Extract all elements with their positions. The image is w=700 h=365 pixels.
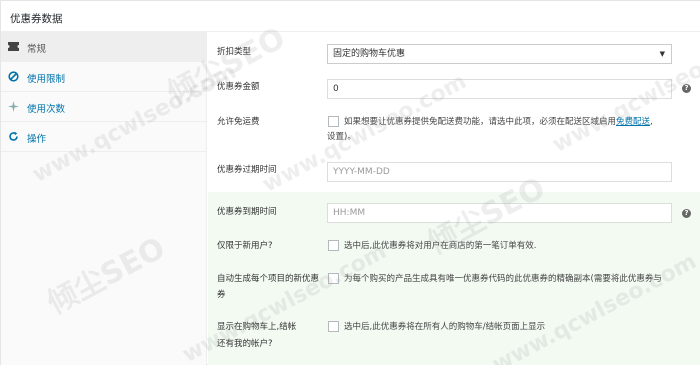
- tab-actions-label: 操作: [27, 134, 47, 145]
- no-entry-icon: [8, 71, 19, 82]
- free-shipping-link[interactable]: 免费配送: [616, 117, 650, 127]
- free-shipping-desc-text: 如果想要让优惠券提供免配送费功能，请选中此项，必须在配送区域启用: [344, 117, 617, 127]
- free-shipping-desc-cont: 设置)。: [327, 132, 356, 142]
- coupon-amount-label: 优惠券金额: [217, 82, 260, 92]
- expiry-date-input[interactable]: YYYY-MM-DD: [327, 162, 672, 182]
- refresh-icon: [9, 131, 18, 141]
- show-on-cart-checkbox[interactable]: [328, 321, 339, 332]
- tab-general-label: 常规: [27, 44, 47, 55]
- free-shipping-label: 允许免运费: [217, 117, 260, 127]
- coupon-amount-input[interactable]: 0: [327, 79, 672, 99]
- chevron-down-icon: ▼: [659, 50, 665, 58]
- help-icon[interactable]: ?: [682, 84, 691, 93]
- coupon-tabs: 常规 使用限制 使用次数 操作: [1, 32, 207, 365]
- expiry-time-label: 优惠券到期时间: [217, 207, 277, 217]
- panel-title: 优惠券数据: [10, 13, 63, 25]
- tab-actions[interactable]: 操作: [1, 122, 207, 152]
- free-shipping-desc: 如果想要让优惠券提供免配送费功能，请选中此项，必须在配送区域启用免费配送,: [344, 117, 653, 127]
- ticket-icon: [8, 42, 19, 51]
- tab-usage-restriction[interactable]: 使用限制: [1, 62, 207, 92]
- discount-type-label: 折扣类型: [217, 47, 252, 57]
- show-on-cart-label: 显示在购物车上,结帐: [217, 322, 297, 332]
- auto-generate-checkbox[interactable]: [328, 273, 339, 284]
- free-shipping-checkbox[interactable]: [328, 116, 339, 127]
- auto-generate-label-cont: 券: [217, 290, 226, 300]
- coupon-data-panel: 优惠券数据 常规 使用限制 使用次数 操作 折扣类型 固定的购物车优惠 ▼ 优惠…: [0, 0, 700, 365]
- sparkle-icon: [8, 101, 19, 112]
- show-on-cart-desc: 选中后,此优惠券将在所有人的购物车/结帐页面上显示: [344, 322, 546, 332]
- tab-general[interactable]: 常规: [1, 32, 207, 62]
- tab-usage-limits[interactable]: 使用次数: [1, 92, 207, 122]
- tab-usage-restriction-label: 使用限制: [27, 74, 66, 85]
- expiry-time-input[interactable]: HH:MM: [327, 203, 672, 223]
- auto-generate-label: 自动生成每个项目的新优惠: [217, 274, 320, 284]
- coupon-amount-value: 0: [333, 84, 339, 94]
- help-icon[interactable]: ?: [682, 209, 691, 218]
- panel-header: 优惠券数据: [1, 1, 700, 32]
- tab-usage-limits-label: 使用次数: [27, 104, 66, 115]
- discount-type-select[interactable]: 固定的购物车优惠 ▼: [327, 44, 672, 64]
- expiry-time-placeholder: HH:MM: [333, 208, 366, 218]
- expiry-date-label: 优惠券过期时间: [217, 165, 277, 175]
- auto-generate-desc: 为每个购买的产品生成具有唯一优惠券代码的此优惠券的精确副本(需要将此优惠券与: [344, 274, 662, 284]
- general-options: 折扣类型 固定的购物车优惠 ▼ 优惠券金额 0 ? 允许免运费 如果想要让优惠券…: [208, 32, 700, 365]
- new-users-label: 仅限于新用户?: [217, 241, 273, 251]
- show-on-cart-label-cont: 还有我的帐户?: [217, 339, 273, 349]
- expiry-date-placeholder: YYYY-MM-DD: [333, 167, 390, 177]
- new-users-checkbox[interactable]: [328, 240, 339, 251]
- discount-type-value: 固定的购物车优惠: [333, 49, 406, 59]
- new-users-desc: 选中后,此优惠券将对用户在商店的第一笔订单有效.: [344, 241, 537, 251]
